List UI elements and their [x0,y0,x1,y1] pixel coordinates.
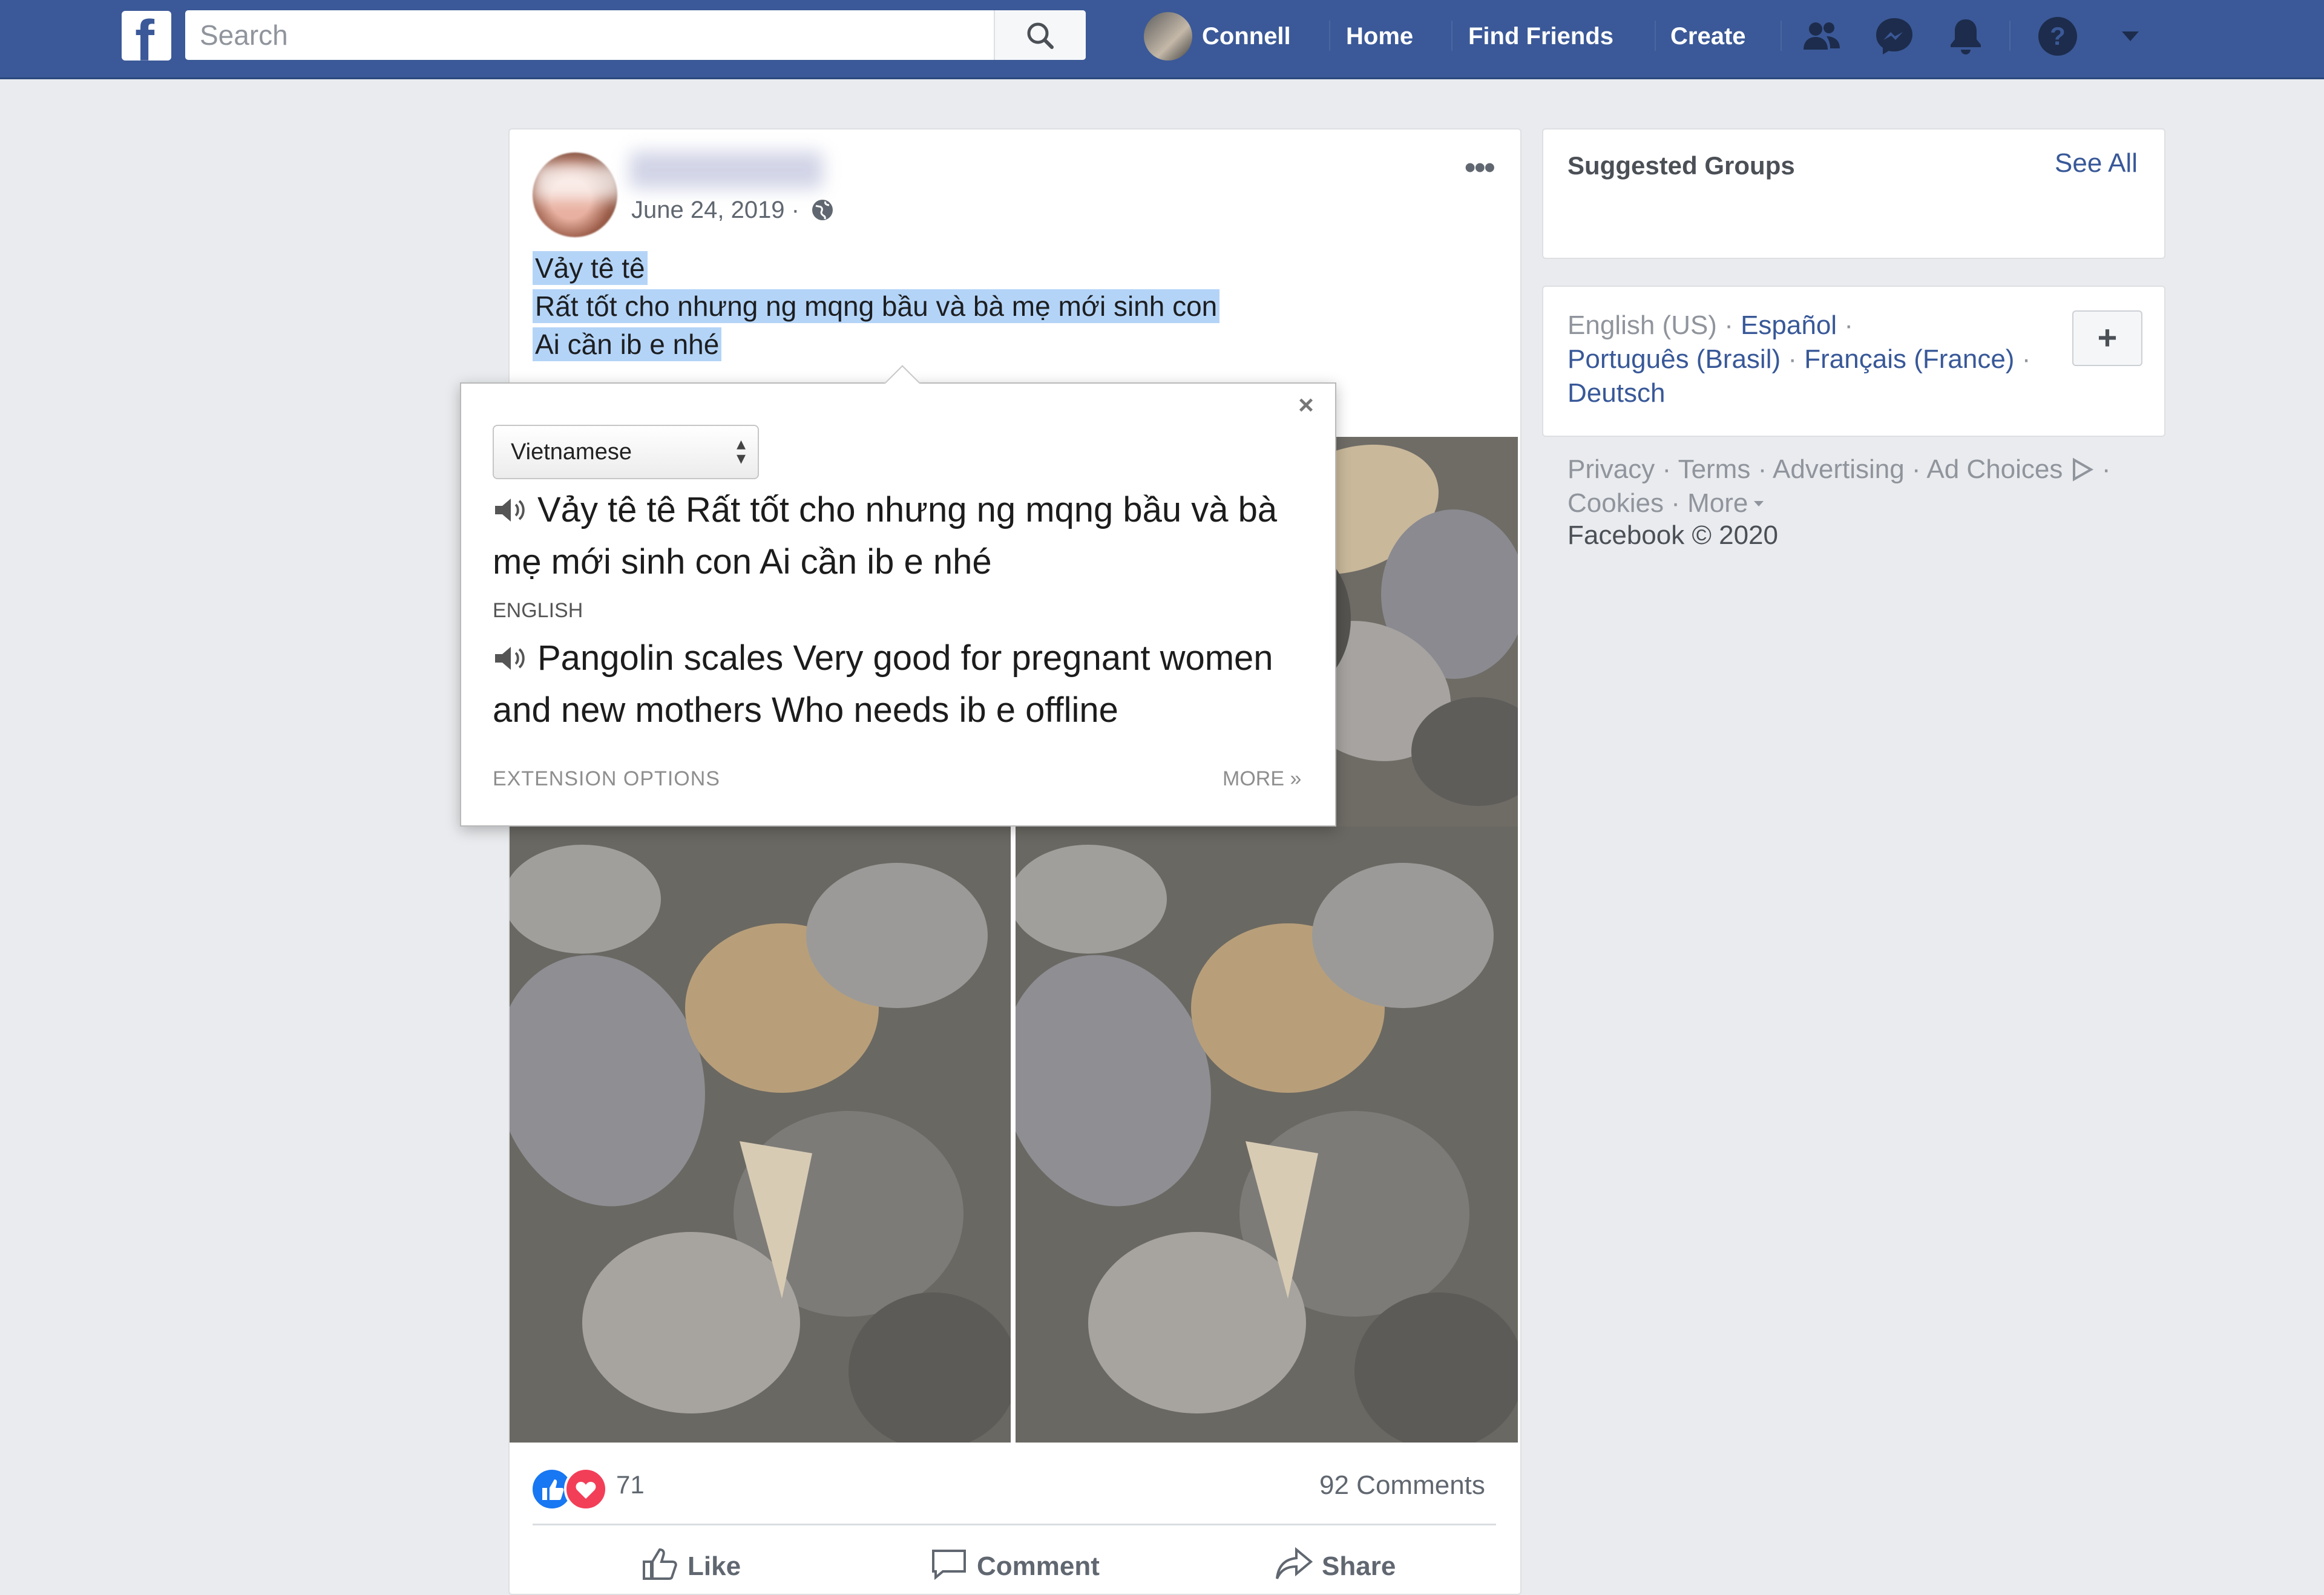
like-label: Like [688,1551,741,1581]
caret-down-icon [1754,501,1764,506]
language-deutsch-link[interactable]: Deutsch [1567,378,1665,408]
find-friends-link[interactable]: Find Friends [1468,18,1613,54]
post-text-line-2: Rất tốt cho nhưng ng mqng bầu và bà mẹ m… [533,289,1220,323]
target-language-label: ENGLISH [493,599,583,622]
post-photo-right[interactable] [1016,827,1518,1443]
author-name-blurred[interactable] [629,151,823,189]
source-text-content: Vảy tê tê Rất tốt cho nhưng ng mqng bầu … [493,490,1278,581]
copyright-text: Facebook © 2020 [1567,520,1778,550]
extension-options-link[interactable]: EXTENSION OPTIONS [493,767,720,791]
home-link[interactable]: Home [1346,18,1413,54]
post-text-line-3: Ai cần ib e nhé [533,327,722,361]
thumbs-up-icon [643,1548,677,1580]
comment-button[interactable]: Comment [930,1546,1100,1584]
share-label: Share [1322,1551,1396,1581]
facebook-logo[interactable]: f [122,11,171,61]
search-button[interactable] [994,10,1086,60]
language-line-1: English (US) · Español · [1567,309,1853,342]
post-photo-left[interactable] [510,827,1011,1443]
scales-photo-left [510,827,1011,1443]
ad-choices-link[interactable]: Ad Choices [1926,454,2063,484]
actions-divider [533,1524,1496,1525]
language-select[interactable]: Vietnamese ▴ ▾ [493,425,759,479]
share-icon [1276,1547,1313,1579]
select-arrows-icon: ▴ ▾ [736,434,746,468]
comment-label: Comment [977,1551,1100,1581]
nav-divider [1451,21,1452,51]
terms-link[interactable]: Terms [1678,454,1751,484]
language-line-3: Deutsch [1567,376,1665,410]
privacy-link[interactable]: Privacy [1567,454,1655,484]
comments-count[interactable]: 92 Comments [1319,1470,1485,1501]
more-footer-link[interactable]: More [1687,488,1748,518]
separator: · [2021,344,2031,374]
photo-divider [1011,827,1016,1443]
separator: · [1844,310,1853,340]
nav-divider [1655,21,1656,51]
see-all-link[interactable]: See All [2055,148,2138,178]
ad-choices-icon [2072,457,2093,482]
create-link[interactable]: Create [1670,18,1746,54]
advertising-link[interactable]: Advertising [1773,454,1905,484]
speaker-icon[interactable] [493,644,531,672]
nav-divider [2009,21,2011,51]
close-icon[interactable]: × [1294,392,1318,419]
help-icon[interactable]: ? [2036,15,2079,58]
like-button[interactable]: Like [640,1546,741,1584]
language-francais-link[interactable]: Français (France) [1804,344,2014,374]
profile-link[interactable]: Connell [1202,18,1291,54]
logo-letter: f [135,11,154,61]
translated-text: Pangolin scales Very good for pregnant w… [493,632,1322,736]
more-link[interactable]: MORE » [1223,767,1301,791]
language-line-2: Português (Brasil) · Français (France) · [1567,342,2030,376]
search-icon [1027,22,1054,49]
language-espanol-link[interactable]: Español [1741,310,1837,340]
love-reaction-icon[interactable] [564,1467,608,1511]
search-input[interactable] [200,10,993,60]
friends-icon[interactable] [1800,15,1843,58]
post-text-line: Rất tốt cho nhưng ng mqng bầu và bà mẹ m… [533,287,1220,325]
footer-links-line-1: Privacy · Terms · Advertising · Ad Choic… [1567,454,2111,484]
caret-down-icon[interactable] [2118,27,2142,45]
notifications-icon[interactable] [1944,15,1988,58]
post-text-line-1: Vảy tê tê [533,251,648,285]
user-avatar[interactable] [1144,12,1192,61]
reaction-count[interactable]: 71 [616,1470,645,1499]
translated-text-content: Pangolin scales Very good for pregnant w… [493,638,1273,730]
share-button[interactable]: Share [1275,1546,1396,1584]
speaker-icon[interactable] [493,496,531,524]
comment-icon [932,1550,966,1580]
post-text-line: Vảy tê tê [533,249,648,287]
post-date-text: June 24, 2019 · [631,197,799,223]
globe-icon [812,200,833,220]
language-select-value: Vietnamese [511,439,632,465]
source-text: Vảy tê tê Rất tốt cho nhưng ng mqng bầu … [493,484,1322,588]
nav-divider [1329,21,1330,51]
cookies-link[interactable]: Cookies [1567,488,1664,518]
nav-divider [1781,21,1782,51]
suggested-groups-title: Suggested Groups [1567,151,1795,180]
post-options-icon[interactable]: ••• [1465,152,1501,183]
messenger-icon[interactable] [1873,15,1916,58]
avatar-blur-mask [533,163,623,200]
add-language-button[interactable]: + [2072,310,2142,366]
footer-links-line-2: Cookies · More [1567,486,1766,520]
scales-photo-right [1016,827,1518,1443]
search-box [185,10,1086,60]
svg-text:?: ? [2050,22,2066,50]
post-text-line: Ai cần ib e nhé [533,326,722,363]
post-timestamp[interactable]: June 24, 2019 · [631,197,835,224]
language-portugues-link[interactable]: Português (Brasil) [1567,344,1781,374]
separator: · [1788,344,1797,374]
current-language: English (US) · [1567,310,1733,340]
